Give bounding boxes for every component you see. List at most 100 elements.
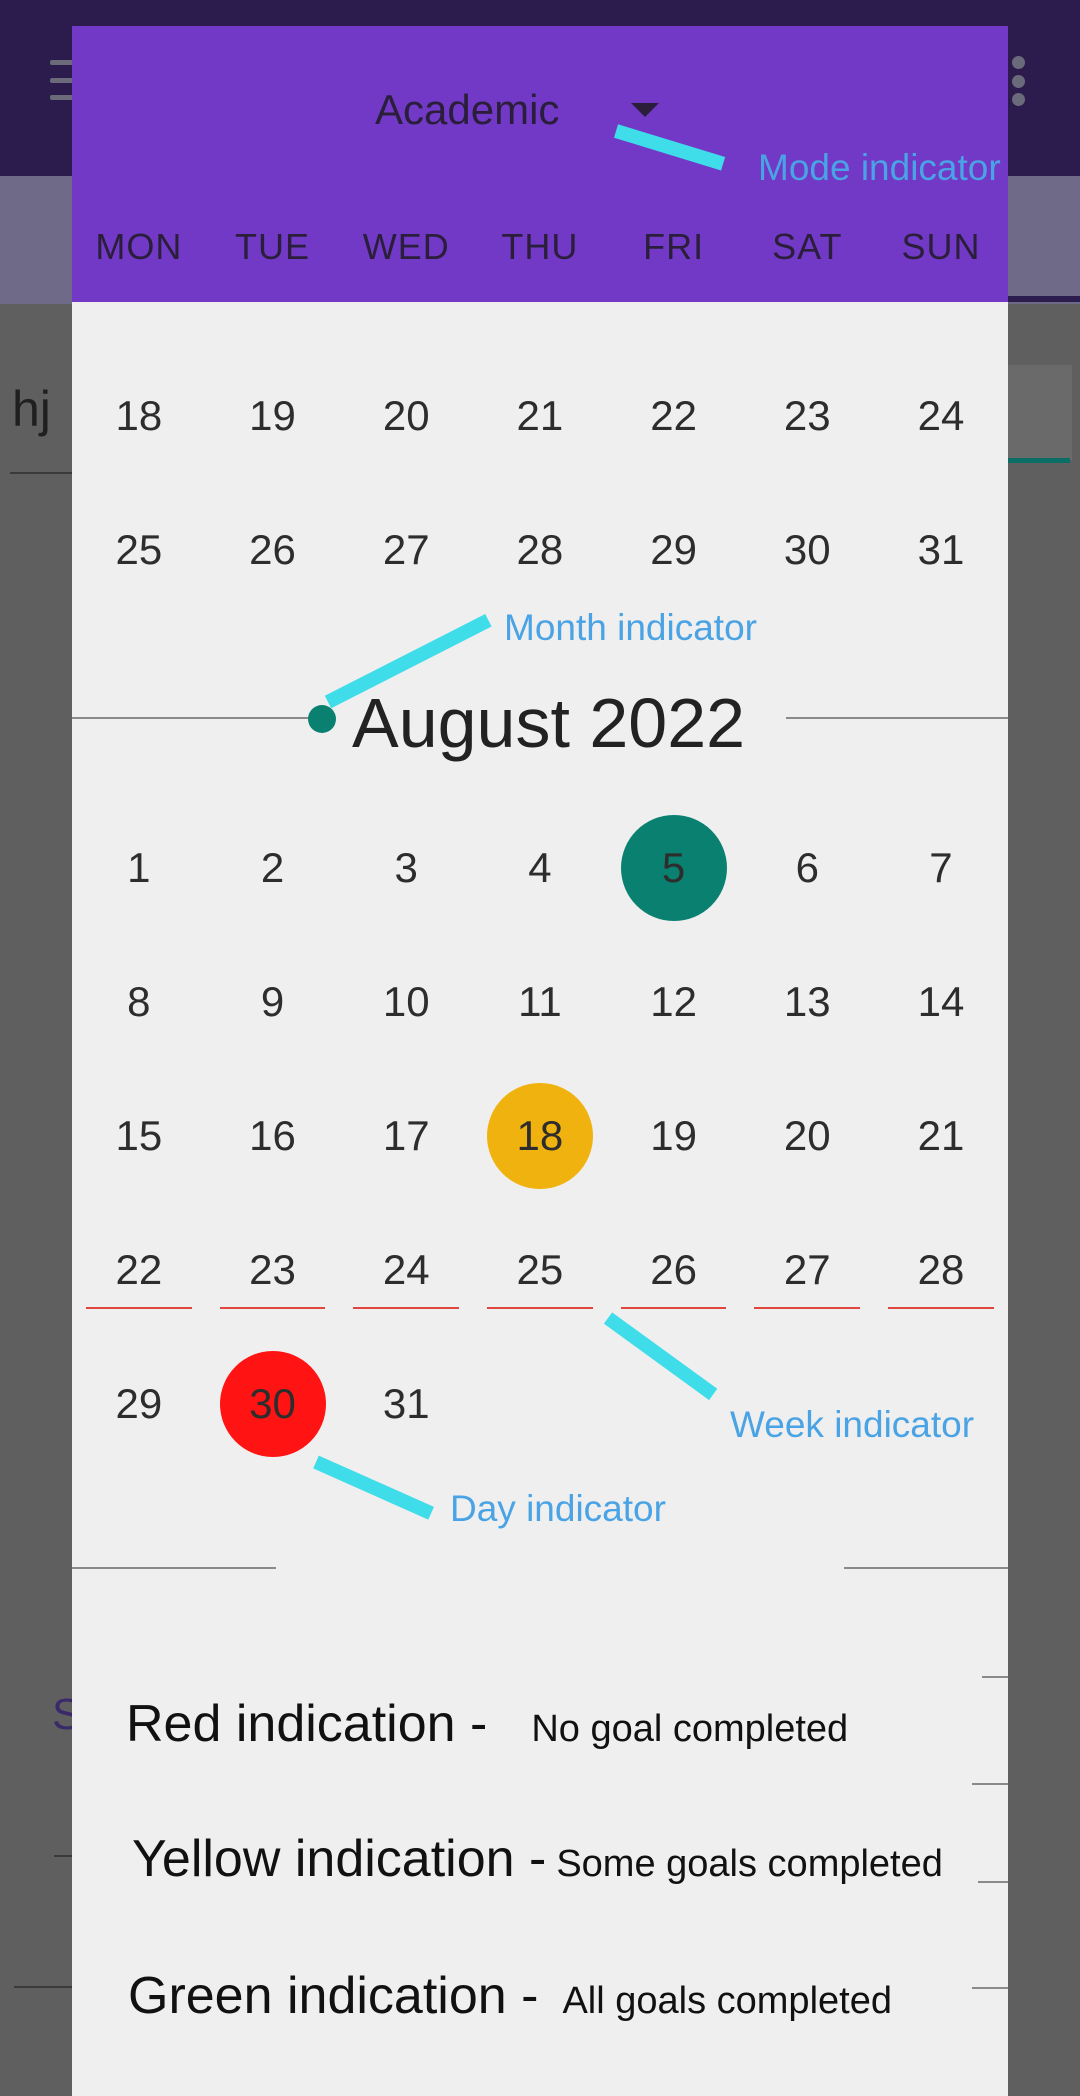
- day-number: 2: [260, 844, 285, 891]
- day-cell[interactable]: 7: [874, 801, 1008, 935]
- background-button: [1008, 365, 1072, 460]
- week-indicator-underline: [353, 1307, 460, 1309]
- day-cell[interactable]: 20: [339, 349, 473, 483]
- day-cell[interactable]: 2: [206, 801, 340, 935]
- caret-down-icon: [631, 103, 660, 117]
- month-divider-left: [72, 717, 312, 719]
- day-cell[interactable]: 11: [473, 935, 607, 1069]
- day-cell[interactable]: 21: [473, 349, 607, 483]
- legend-red-desc: No goal completed: [531, 1708, 849, 1750]
- day-cell[interactable]: 24: [874, 349, 1008, 483]
- mode-label: Academic: [375, 86, 560, 133]
- day-cell[interactable]: 12: [607, 935, 741, 1069]
- day-number: 18: [516, 1112, 564, 1159]
- day-cell[interactable]: 14: [874, 935, 1008, 1069]
- background-divider: [54, 1855, 74, 1857]
- day-number: 10: [382, 978, 430, 1025]
- day-cell[interactable]: 9: [206, 935, 340, 1069]
- day-number: 24: [382, 1246, 430, 1293]
- day-number: 31: [382, 1380, 430, 1427]
- legend-green-desc: All goals completed: [562, 1980, 892, 2022]
- calendar-week-row: 25 26 27 28 29 30 31: [72, 483, 1008, 617]
- day-cell[interactable]: 26: [607, 1203, 741, 1337]
- day-number: 8: [127, 978, 151, 1025]
- weekday-header: MON TUE WED THU FRI SAT SUN: [72, 226, 1008, 268]
- day-number: 3: [394, 844, 418, 891]
- day-cell[interactable]: 31: [874, 483, 1008, 617]
- day-cell[interactable]: 6: [740, 801, 874, 935]
- day-cell[interactable]: 28: [473, 483, 607, 617]
- day-cell-all-goals[interactable]: 5: [607, 801, 741, 935]
- day-number: 20: [783, 1112, 831, 1159]
- day-cell[interactable]: 21: [874, 1069, 1008, 1203]
- day-cell[interactable]: 28: [874, 1203, 1008, 1337]
- day-number: 21: [917, 1112, 965, 1159]
- day-cell[interactable]: 27: [740, 1203, 874, 1337]
- day-number: 4: [528, 844, 552, 891]
- day-cell[interactable]: 23: [206, 1203, 340, 1337]
- day-number: 12: [650, 978, 697, 1025]
- legend-divider-left: [72, 1567, 276, 1569]
- more-options-icon: [1010, 56, 1026, 106]
- day-cell[interactable]: 29: [72, 1337, 206, 1471]
- background-accent: [1008, 458, 1070, 463]
- day-number: 23: [249, 1246, 296, 1293]
- day-cell[interactable]: 22: [72, 1203, 206, 1337]
- day-cell[interactable]: 4: [473, 801, 607, 935]
- weekday-wed: WED: [362, 226, 450, 267]
- day-cell[interactable]: 17: [339, 1069, 473, 1203]
- weekday-tue: TUE: [235, 226, 311, 267]
- day-cell[interactable]: 25: [473, 1203, 607, 1337]
- day-number: 30: [249, 1380, 296, 1427]
- weekday-sun: SUN: [901, 226, 981, 267]
- day-number: 16: [249, 1112, 296, 1159]
- day-cell[interactable]: 31: [339, 1337, 473, 1471]
- week-indicator-underline: [620, 1307, 727, 1309]
- day-cell[interactable]: 22: [607, 349, 741, 483]
- legend-green: Green indication - All goals completed: [128, 1966, 892, 2026]
- day-cell[interactable]: 13: [740, 935, 874, 1069]
- day-cell[interactable]: 19: [206, 349, 340, 483]
- day-cell[interactable]: 20: [740, 1069, 874, 1203]
- day-number: 13: [783, 978, 831, 1025]
- day-cell[interactable]: 16: [206, 1069, 340, 1203]
- weekday-fri: FRI: [643, 226, 705, 267]
- legend-green-title: Green indication -: [128, 1967, 539, 2025]
- day-cell[interactable]: 26: [206, 483, 340, 617]
- day-number: 1: [127, 844, 151, 891]
- legend-tick: [978, 1881, 1008, 1883]
- weekday-sat: SAT: [772, 226, 843, 267]
- legend-yellow-desc: Some goals completed: [556, 1843, 943, 1885]
- background-text-field: hj: [12, 381, 51, 437]
- week-indicator-underline: [888, 1307, 994, 1309]
- day-number: 15: [115, 1112, 163, 1159]
- day-number: 7: [929, 844, 953, 891]
- day-cell[interactable]: 3: [339, 801, 473, 935]
- day-number: 19: [650, 1112, 697, 1159]
- day-cell[interactable]: 18: [72, 349, 206, 483]
- day-annotation-label: Day indicator: [450, 1488, 666, 1529]
- legend-red-title: Red indication -: [126, 1695, 488, 1753]
- day-cell[interactable]: 25: [72, 483, 206, 617]
- day-cell[interactable]: 30: [740, 483, 874, 617]
- day-cell[interactable]: 15: [72, 1069, 206, 1203]
- day-number: 6: [795, 844, 819, 891]
- day-cell[interactable]: 1: [72, 801, 206, 935]
- day-cell-some-goals[interactable]: 18: [473, 1069, 607, 1203]
- day-cell[interactable]: 8: [72, 935, 206, 1069]
- background-divider: [10, 472, 72, 474]
- day-cell[interactable]: 24: [339, 1203, 473, 1337]
- day-cell[interactable]: 19: [607, 1069, 741, 1203]
- day-number: 26: [650, 1246, 697, 1293]
- day-number: 5: [661, 844, 686, 891]
- day-cell[interactable]: 10: [339, 935, 473, 1069]
- day-cell[interactable]: 23: [740, 349, 874, 483]
- background-divider: [14, 1986, 74, 1988]
- day-cell[interactable]: 29: [607, 483, 741, 617]
- day-cell[interactable]: 27: [339, 483, 473, 617]
- week-indicator-underline: [754, 1307, 861, 1309]
- calendar-week-row: 18 19 20 21 22 23 24: [72, 349, 1008, 483]
- day-cell-no-goals[interactable]: 30: [206, 1337, 340, 1471]
- day-number: 25: [516, 1246, 564, 1293]
- calendar-week-row: 15 16 17 18 19 20 21: [72, 1069, 1008, 1203]
